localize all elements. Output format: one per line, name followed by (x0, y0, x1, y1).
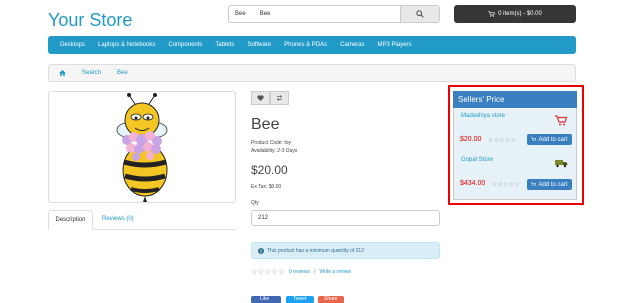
nav-item-desktops[interactable]: Desktops (60, 42, 85, 48)
seller-rating-stars: ☆☆☆☆☆ (492, 182, 520, 188)
search-button[interactable] (400, 6, 439, 22)
search-bar: Bee Bee (228, 5, 440, 23)
tweet-label: Tweet (293, 296, 307, 302)
cart-label: 0 item(s) - $0.00 (498, 11, 542, 17)
reviews-link[interactable]: 0 reviews (289, 269, 310, 275)
compare-button[interactable] (270, 91, 289, 105)
nav-item-mp3[interactable]: MP3 Players (378, 42, 412, 48)
nav-item-laptops[interactable]: Laptops & Notebooks (98, 42, 155, 48)
nav-item-components[interactable]: Components (168, 42, 202, 48)
nav-item-phones[interactable]: Phones & PDAs (284, 42, 327, 48)
tab-description[interactable]: Description (48, 210, 93, 230)
tweet-button[interactable]: Tweet (286, 296, 314, 303)
sellers-panel-title: Sellers' Price (453, 91, 577, 108)
search-icon (416, 10, 424, 18)
alert-text: This product has a minimum quantity of 2… (267, 247, 364, 254)
product-code: Product Code: toy (251, 140, 292, 146)
product-availability: Availability: 2-3 Days (251, 148, 298, 154)
breadcrumb: Search Bee (48, 64, 576, 82)
seller-name[interactable]: Madeshiya store (461, 113, 505, 119)
seller-card: Gopal Store $434.00 ☆☆☆☆☆ Add to cart (454, 154, 576, 199)
product-price: $20.00 (251, 163, 288, 177)
like-button[interactable]: Like (251, 296, 281, 303)
rating-line: ☆☆☆☆☆ 0 reviews / Write a review (251, 268, 351, 276)
cart-icon (531, 182, 537, 186)
rating-stars: ☆☆☆☆☆ (251, 269, 285, 276)
product-ex-tax: Ex Tax: $0.00 (251, 184, 282, 190)
info-circle-icon (258, 247, 264, 254)
qty-label: Qty (251, 200, 259, 206)
nav-item-tablets[interactable]: Tablets (215, 42, 234, 48)
seller-logo-cart-icon (555, 115, 568, 126)
main-menu: Desktops Laptops & Notebooks Components … (48, 36, 576, 54)
cart-icon (488, 11, 496, 17)
add-to-cart-label: Add to cart (538, 136, 568, 143)
nav-item-software[interactable]: Software (247, 42, 271, 48)
seller-name[interactable]: Gopal Store (461, 157, 493, 163)
cart-button[interactable]: 0 item(s) - $0.00 (454, 5, 576, 23)
product-image-frame[interactable] (48, 91, 236, 203)
wishlist-button[interactable] (251, 91, 270, 105)
tab-reviews[interactable]: Reviews (0) (102, 216, 134, 222)
store-logo[interactable]: Your Store (48, 10, 132, 31)
search-input-value-2: Bee (259, 11, 271, 17)
share-button[interactable]: Share (318, 296, 344, 303)
seller-logo-truck-icon (555, 160, 568, 168)
breadcrumb-bee[interactable]: Bee (117, 70, 128, 76)
breadcrumb-search[interactable]: Search (82, 70, 101, 76)
product-title: Bee (251, 116, 280, 133)
seller-price: $434.00 (460, 180, 486, 187)
minimum-quantity-alert: This product has a minimum quantity of 2… (251, 242, 440, 259)
nav-item-cameras[interactable]: Cameras (340, 42, 364, 48)
reviews-separator: / (314, 269, 316, 275)
qty-input[interactable]: 212 (251, 210, 440, 226)
seller-price: $20.00 (460, 136, 482, 143)
heart-icon (257, 95, 264, 101)
share-label: Share (324, 296, 338, 302)
seller-rating-stars: ☆☆☆☆☆ (488, 138, 516, 144)
add-to-cart-label: Add to cart (538, 181, 568, 188)
cart-icon (531, 137, 537, 141)
like-label: Like (260, 296, 270, 302)
write-review-link[interactable]: Write a review (319, 269, 351, 275)
seller-card: Madeshiya store $20.00 ☆☆☆☆☆ Add to cart (454, 109, 576, 154)
search-input[interactable]: Bee Bee (229, 6, 400, 22)
add-to-cart-button[interactable]: Add to cart (527, 134, 572, 145)
add-to-cart-button[interactable]: Add to cart (527, 179, 572, 190)
product-image (116, 93, 168, 202)
home-icon[interactable] (59, 70, 66, 76)
search-input-value: Bee (235, 11, 246, 17)
exchange-icon (276, 95, 283, 101)
